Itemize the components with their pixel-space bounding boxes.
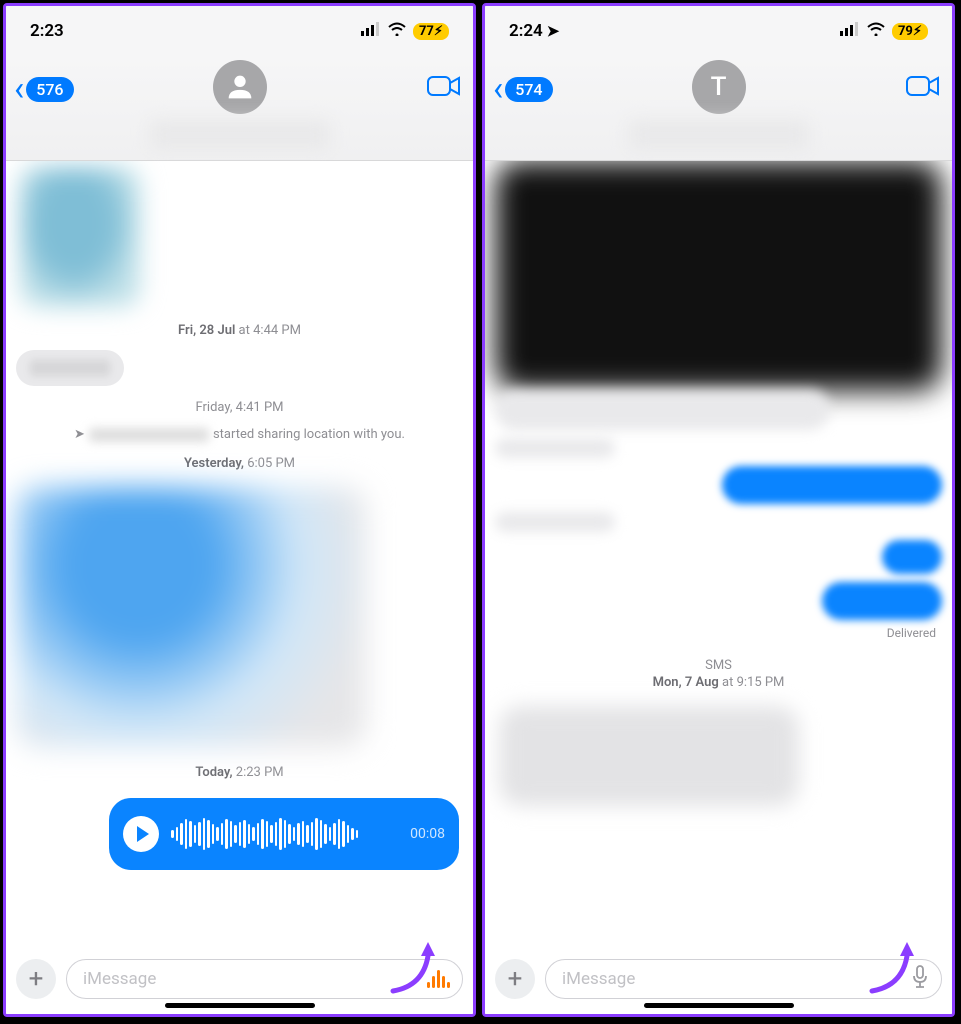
add-attachment-button[interactable]: + bbox=[16, 959, 56, 999]
placeholder: iMessage bbox=[562, 969, 907, 989]
nav-header: ‹ 574 T bbox=[485, 56, 952, 161]
battery-indicator: 79⚡︎ bbox=[892, 23, 928, 40]
play-icon bbox=[137, 826, 149, 842]
nav-header: ‹ 576 bbox=[6, 56, 473, 161]
dictation-mic-icon[interactable] bbox=[907, 961, 933, 998]
clock: 2:24 bbox=[509, 21, 543, 41]
rich-message-redacted[interactable] bbox=[16, 487, 366, 747]
wifi-icon bbox=[387, 21, 407, 41]
image-message-redacted[interactable] bbox=[20, 167, 140, 307]
contact-avatar-area[interactable]: T bbox=[629, 60, 809, 150]
clock: 2:23 bbox=[30, 21, 64, 41]
home-indicator[interactable] bbox=[644, 1003, 794, 1008]
incoming-message-redacted[interactable] bbox=[495, 438, 615, 458]
home-indicator[interactable] bbox=[165, 1003, 315, 1008]
avatar bbox=[213, 60, 267, 114]
contact-avatar-area[interactable] bbox=[150, 60, 330, 150]
delivery-status: Delivered bbox=[887, 626, 936, 640]
message-input[interactable]: iMessage bbox=[66, 959, 463, 999]
incoming-message-redacted[interactable] bbox=[495, 390, 830, 430]
timestamp: Fri, 28 Jul at 4:44 PM bbox=[16, 323, 463, 338]
location-sharing-notice: ➤ started sharing location with you. bbox=[16, 427, 463, 442]
avatar: T bbox=[692, 60, 746, 114]
incoming-message-redacted[interactable] bbox=[16, 350, 124, 386]
location-arrow-icon: ➤ bbox=[74, 427, 85, 442]
conversation[interactable]: Fri, 28 Jul at 4:44 PM Friday, 4:41 PM ➤… bbox=[6, 161, 473, 950]
audio-record-icon[interactable] bbox=[423, 966, 454, 992]
unread-count: 576 bbox=[26, 77, 73, 102]
sms-label: SMS bbox=[495, 658, 942, 673]
wifi-icon bbox=[866, 21, 886, 41]
phone-left: 2:23 77⚡︎ ‹ 576 bbox=[3, 3, 476, 1017]
timestamp: Mon, 7 Aug at 9:15 PM bbox=[495, 675, 942, 690]
redacted-content bbox=[495, 161, 942, 391]
audio-message[interactable]: 00:08 bbox=[109, 798, 459, 870]
contact-name-redacted bbox=[150, 120, 330, 150]
placeholder: iMessage bbox=[83, 969, 423, 989]
audio-duration: 00:08 bbox=[410, 826, 445, 842]
back-button[interactable]: ‹ 574 bbox=[493, 72, 553, 106]
facetime-button[interactable] bbox=[906, 74, 940, 102]
battery-indicator: 77⚡︎ bbox=[413, 23, 449, 40]
play-button[interactable] bbox=[123, 816, 159, 852]
outgoing-message-redacted[interactable] bbox=[722, 466, 942, 504]
outgoing-message-redacted[interactable] bbox=[882, 540, 942, 574]
message-input[interactable]: iMessage bbox=[545, 959, 942, 999]
back-button[interactable]: ‹ 576 bbox=[14, 72, 74, 106]
avatar-initial: T bbox=[711, 72, 727, 102]
timestamp: Friday, 4:41 PM bbox=[16, 400, 463, 415]
timestamp: Today, 2:23 PM bbox=[16, 765, 463, 780]
cellular-icon bbox=[840, 21, 860, 41]
facetime-button[interactable] bbox=[427, 74, 461, 102]
status-bar: 2:23 77⚡︎ bbox=[6, 6, 473, 56]
phone-right: 2:24 ➤ 79⚡︎ ‹ 574 T bbox=[482, 3, 955, 1017]
outgoing-message-redacted[interactable] bbox=[822, 582, 942, 620]
conversation[interactable]: Delivered SMS Mon, 7 Aug at 9:15 PM bbox=[485, 161, 952, 950]
incoming-sms-redacted[interactable] bbox=[499, 706, 799, 806]
chevron-left-icon: ‹ bbox=[14, 72, 24, 106]
chevron-left-icon: ‹ bbox=[493, 72, 503, 106]
status-bar: 2:24 ➤ 79⚡︎ bbox=[485, 6, 952, 56]
audio-waveform[interactable] bbox=[171, 817, 398, 851]
timestamp: Yesterday, 6:05 PM bbox=[16, 456, 463, 471]
location-services-icon: ➤ bbox=[547, 22, 560, 40]
incoming-message-redacted[interactable] bbox=[495, 512, 615, 532]
unread-count: 574 bbox=[505, 77, 552, 102]
add-attachment-button[interactable]: + bbox=[495, 959, 535, 999]
contact-name-redacted bbox=[629, 120, 809, 150]
cellular-icon bbox=[361, 21, 381, 41]
